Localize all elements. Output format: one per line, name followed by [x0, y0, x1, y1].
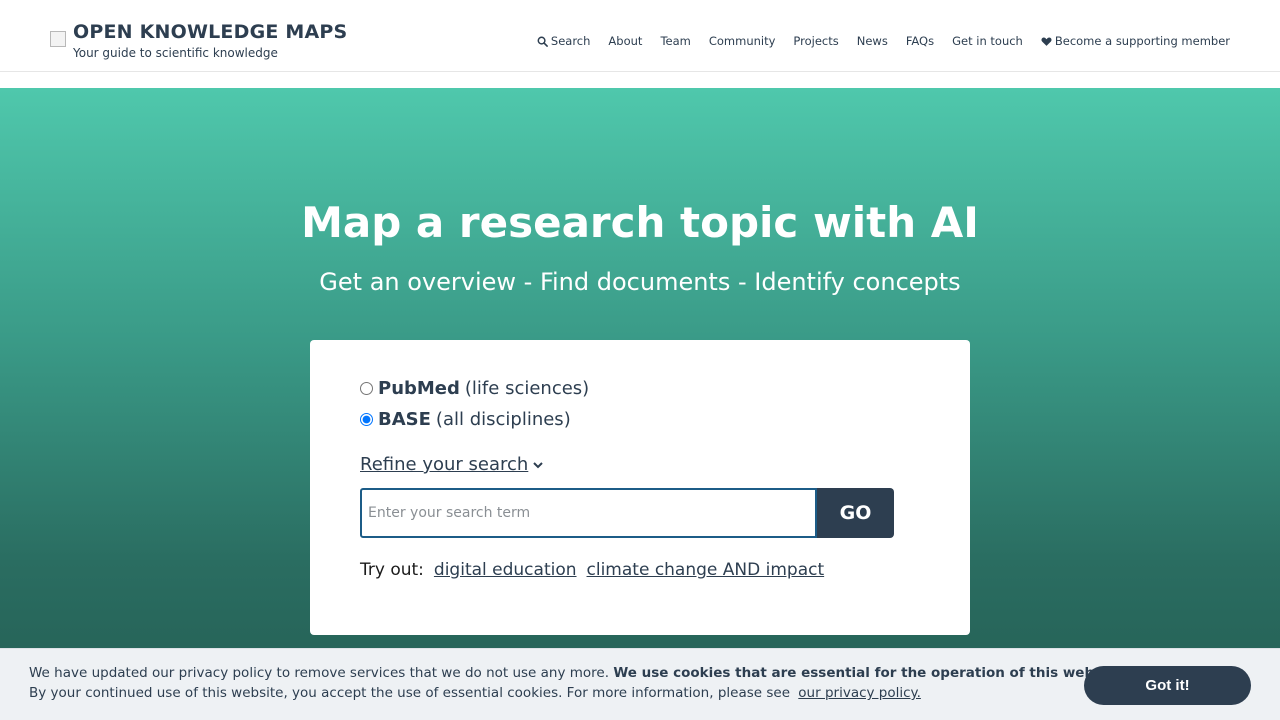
nav-search[interactable]: Search	[537, 34, 591, 48]
pubmed-radio[interactable]	[360, 382, 373, 395]
nav-faqs[interactable]: FAQs	[906, 34, 934, 48]
source-name-pubmed: PubMed	[378, 378, 460, 399]
chevron-down-icon	[533, 461, 544, 468]
try-out-label: Try out:	[360, 560, 424, 580]
cookie-text-line2: By your continued use of this website, y…	[29, 685, 921, 701]
refine-search-toggle[interactable]: Refine your search	[360, 454, 544, 475]
hero-title: Map a research topic with AI	[301, 198, 979, 247]
source-option-base[interactable]: BASE (all disciplines)	[360, 409, 571, 430]
source-name-base: BASE	[378, 409, 431, 430]
try-out-examples: Try out: digital education climate chang…	[360, 560, 834, 580]
nav-get-in-touch[interactable]: Get in touch	[952, 34, 1023, 48]
site-tagline: Your guide to scientific knowledge	[73, 46, 278, 60]
privacy-policy-link[interactable]: our privacy policy.	[798, 685, 921, 701]
cookie-banner: We have updated our privacy policy to re…	[0, 648, 1280, 720]
logo-image[interactable]	[50, 31, 66, 47]
source-desc-pubmed: (life sciences)	[464, 378, 590, 399]
cookie-policy-update-text: We have updated our privacy policy to re…	[29, 665, 610, 681]
nav-about[interactable]: About	[608, 34, 642, 48]
cookie-consent-text: By your continued use of this website, y…	[29, 685, 790, 701]
nav-news[interactable]: News	[857, 34, 888, 48]
source-option-pubmed[interactable]: PubMed (life sciences)	[360, 378, 589, 399]
nav-supporting-member-label: Become a supporting member	[1054, 34, 1230, 48]
search-input[interactable]	[360, 488, 817, 538]
go-button[interactable]: GO	[817, 488, 894, 538]
site-header: OPEN KNOWLEDGE MAPS Your guide to scient…	[0, 0, 1280, 72]
nav-team[interactable]: Team	[660, 34, 690, 48]
cookie-essential-text: We use cookies that are essential for th…	[613, 665, 1128, 681]
refine-search-label: Refine your search	[360, 454, 529, 475]
nav-projects[interactable]: Projects	[793, 34, 838, 48]
hero-section: Map a research topic with AI Get an over…	[0, 88, 1280, 720]
source-desc-base: (all disciplines)	[435, 409, 571, 430]
nav-search-label: Search	[550, 34, 591, 48]
main-nav: Search About Team Community Projects New…	[537, 34, 1230, 48]
base-radio[interactable]	[360, 413, 373, 426]
example-link-digital-education[interactable]: digital education	[434, 560, 577, 580]
hero-subtitle: Get an overview - Find documents - Ident…	[319, 268, 961, 296]
cookie-accept-button[interactable]: Got it!	[1084, 666, 1251, 705]
cookie-text-line1: We have updated our privacy policy to re…	[29, 665, 1128, 681]
nav-supporting-member[interactable]: Become a supporting member	[1041, 34, 1230, 48]
site-title[interactable]: OPEN KNOWLEDGE MAPS	[73, 21, 347, 43]
search-card: PubMed (life sciences) BASE (all discipl…	[310, 340, 970, 635]
example-link-climate-change[interactable]: climate change AND impact	[587, 560, 825, 580]
nav-community[interactable]: Community	[709, 34, 776, 48]
search-icon	[537, 36, 548, 47]
heart-icon	[1041, 37, 1052, 46]
